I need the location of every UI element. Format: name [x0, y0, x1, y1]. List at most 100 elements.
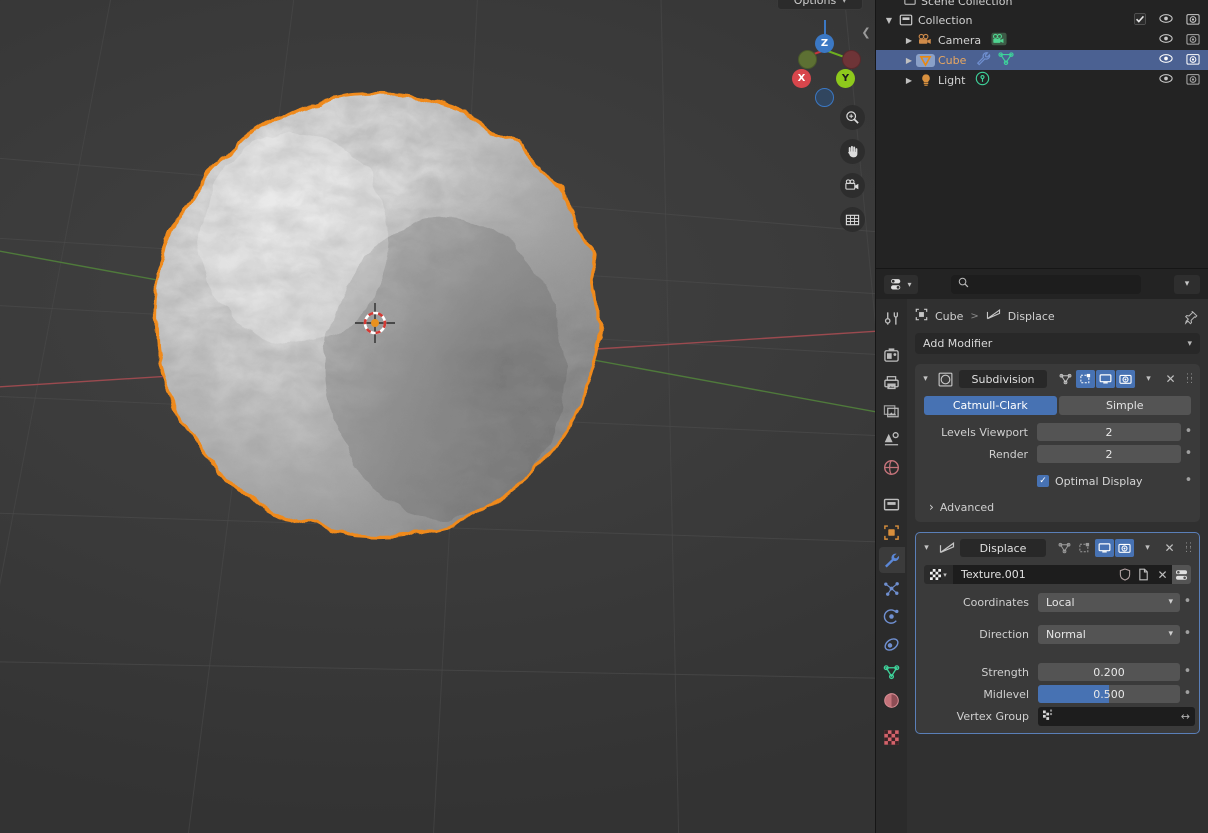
optimal-display-checkbox[interactable]: ✓ — [1037, 475, 1049, 487]
viewport-options-dropdown[interactable]: Options ▾ — [777, 0, 863, 10]
tab-particles[interactable] — [879, 575, 905, 601]
tab-object[interactable] — [879, 519, 905, 545]
disclosure-triangle-icon[interactable]: ▶ — [902, 56, 916, 65]
zoom-icon[interactable] — [840, 105, 865, 130]
light-data-icon[interactable] — [975, 71, 990, 89]
algorithm-simple[interactable]: Simple — [1058, 396, 1191, 415]
animate-property-dot[interactable]: • — [1180, 685, 1195, 703]
texture-browse-button[interactable]: ▾ — [924, 565, 953, 584]
panel-expand-chevron-icon[interactable]: ▾ — [919, 374, 932, 384]
render-toggle[interactable] — [1116, 370, 1135, 388]
disclosure-triangle-icon[interactable]: ▶ — [902, 36, 916, 45]
modifier-extras-menu[interactable]: ▾ — [1140, 370, 1157, 388]
modifier-wrench-icon[interactable] — [976, 51, 992, 69]
pin-icon[interactable] — [1184, 310, 1198, 328]
tab-output[interactable] — [879, 370, 905, 396]
duplicate-icon[interactable] — [1134, 565, 1153, 584]
animate-property-dot[interactable]: • — [1181, 445, 1196, 463]
unlink-x-icon[interactable]: ✕ — [1153, 565, 1172, 584]
eye-icon[interactable] — [1159, 73, 1173, 87]
orthographic-toggle-icon[interactable] — [840, 207, 865, 232]
camera-data-icon[interactable] — [991, 32, 1007, 49]
animate-property-dot[interactable]: • — [1180, 625, 1195, 643]
advanced-subpanel-header[interactable]: › Advanced — [929, 500, 1196, 514]
outliner-row-collection[interactable]: ▼ Collection — [876, 10, 1208, 30]
tab-material[interactable] — [879, 687, 905, 713]
breadcrumb-object[interactable]: Cube — [935, 310, 963, 323]
modifier-drag-handle[interactable]: :::: — [1184, 372, 1196, 386]
eye-icon[interactable] — [1159, 33, 1173, 47]
animate-property-dot[interactable]: • — [1181, 472, 1196, 490]
tab-constraints[interactable] — [879, 631, 905, 657]
tab-view-layer[interactable] — [879, 398, 905, 424]
modifier-drag-handle[interactable]: :::: — [1183, 541, 1195, 555]
tab-texture[interactable] — [879, 724, 905, 750]
texture-properties-icon[interactable] — [1172, 565, 1191, 584]
sidebar-collapse-arrow[interactable]: ❮ — [859, 24, 873, 40]
strength-field[interactable]: 0.200 — [1038, 663, 1180, 681]
panel-expand-chevron-icon[interactable]: ▾ — [920, 543, 933, 553]
search-input[interactable] — [974, 277, 1134, 291]
navigation-gizmo[interactable]: Z X Y — [790, 15, 861, 107]
editor-type-icon[interactable]: ▾ — [884, 274, 918, 294]
tab-collection[interactable] — [879, 491, 905, 517]
gizmo-axis-y-negative[interactable] — [798, 50, 817, 69]
realtime-display-toggle[interactable] — [1095, 539, 1114, 557]
modifier-panel-displace[interactable]: ▾ Displace ▾ ✕:::: ▾ Texture.001 ✕ Coo… — [915, 532, 1200, 734]
midlevel-slider[interactable]: 0.500 — [1038, 685, 1180, 703]
gizmo-axis-x-negative[interactable] — [842, 50, 861, 69]
outliner-row-scene-collection[interactable]: Scene Collection — [876, 0, 1208, 8]
fake-user-shield-icon[interactable] — [1115, 565, 1134, 584]
eye-icon[interactable] — [1159, 13, 1173, 27]
collection-checkbox[interactable] — [1134, 12, 1146, 28]
add-modifier-dropdown[interactable]: Add Modifier ▾ — [915, 333, 1200, 354]
camera-render-icon[interactable] — [1186, 32, 1200, 48]
properties-editor[interactable]: ▾ ▾ Cube > Displace Add Modifier ▾ ▾ Sub… — [875, 268, 1208, 833]
direction-dropdown[interactable]: Normal ▾ — [1038, 624, 1180, 644]
modifier-name-field[interactable]: Displace — [960, 539, 1046, 557]
modifier-panel-subdivision[interactable]: ▾ Subdivision ▾ ✕:::: Catmull-Clark Si… — [915, 364, 1200, 522]
properties-search-field[interactable] — [951, 274, 1141, 294]
texture-name-field[interactable]: Texture.001 — [953, 565, 1115, 584]
gizmo-axis-z-positive[interactable]: Z — [815, 34, 834, 53]
edit-mode-toggle[interactable] — [1056, 370, 1075, 388]
modifier-close-button[interactable]: ✕ — [1162, 370, 1179, 388]
camera-render-icon[interactable] — [1186, 52, 1200, 68]
disclosure-triangle-icon[interactable]: ▶ — [902, 76, 916, 85]
outliner-row-cube[interactable]: ▶ Cube — [876, 50, 1208, 70]
vertex-group-invert-icon[interactable]: ↔ — [1181, 710, 1190, 723]
tab-world[interactable] — [879, 454, 905, 480]
properties-options-menu[interactable]: ▾ — [1174, 274, 1200, 294]
tab-physics[interactable] — [879, 603, 905, 629]
camera-view-icon[interactable] — [840, 173, 865, 198]
algorithm-catmull-clark[interactable]: Catmull-Clark — [924, 396, 1057, 415]
modifier-close-button[interactable]: ✕ — [1161, 539, 1178, 557]
animate-property-dot[interactable]: • — [1180, 593, 1195, 611]
eye-icon[interactable] — [1159, 53, 1173, 67]
render-toggle[interactable] — [1115, 539, 1134, 557]
viewport-3d[interactable]: Options ▾ ❮ Z X Y — [0, 0, 875, 833]
tab-render[interactable] — [879, 342, 905, 368]
breadcrumb-modifier[interactable]: Displace — [1008, 310, 1055, 323]
gizmo-axis-z-negative[interactable] — [815, 88, 834, 107]
tab-tool[interactable] — [879, 305, 905, 331]
pan-hand-icon[interactable] — [840, 139, 865, 164]
on-cage-toggle[interactable] — [1076, 370, 1095, 388]
vertex-group-field[interactable]: ↔ — [1038, 706, 1195, 726]
tab-modifiers[interactable] — [878, 547, 905, 573]
camera-render-icon[interactable] — [1186, 72, 1200, 88]
levels-viewport-field[interactable]: 2 — [1037, 423, 1181, 441]
camera-render-icon[interactable] — [1186, 12, 1200, 28]
disclosure-triangle-icon[interactable]: ▼ — [882, 16, 896, 25]
tab-object-data[interactable] — [879, 659, 905, 685]
levels-render-field[interactable]: 2 — [1037, 445, 1181, 463]
animate-property-dot[interactable]: • — [1180, 663, 1195, 681]
modifier-name-field[interactable]: Subdivision — [959, 370, 1047, 388]
on-cage-toggle[interactable] — [1075, 539, 1094, 557]
coordinates-dropdown[interactable]: Local ▾ — [1038, 592, 1180, 612]
modifier-extras-menu[interactable]: ▾ — [1139, 539, 1156, 557]
edit-mode-toggle[interactable] — [1055, 539, 1074, 557]
outliner-row-light[interactable]: ▶ Light — [876, 70, 1208, 90]
gizmo-axis-y-positive[interactable]: Y — [836, 69, 855, 88]
outliner-row-camera[interactable]: ▶ Camera — [876, 30, 1208, 50]
